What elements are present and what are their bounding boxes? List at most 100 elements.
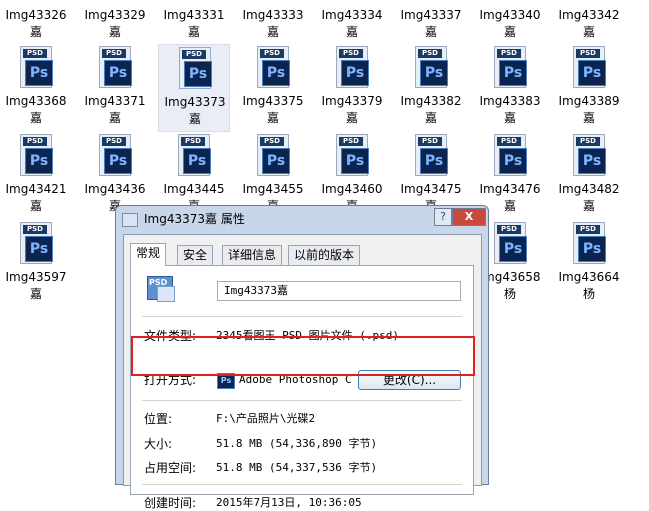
psd-file-icon: PSD Ps bbox=[20, 134, 54, 176]
file-item[interactable]: PSD Ps Img43421 嘉 bbox=[0, 132, 72, 220]
size-on-disk-value: 51.8 MB (54,337,536 字节) bbox=[216, 461, 378, 474]
psd-file-icon: PSD Ps bbox=[415, 134, 449, 176]
file-name-suffix: 嘉 bbox=[266, 25, 279, 39]
psd-file-icon: PSD Ps bbox=[336, 46, 370, 88]
help-button[interactable]: ? bbox=[434, 208, 452, 226]
filename-field[interactable]: Img43373嘉 bbox=[217, 281, 461, 301]
location-label: 位置: bbox=[144, 412, 173, 426]
close-button[interactable]: X bbox=[452, 208, 486, 226]
dialog-titlebar[interactable]: Img43373嘉 属性 ? X bbox=[116, 206, 488, 232]
tab-details[interactable]: 详细信息 bbox=[222, 245, 283, 265]
file-name-suffix: 嘉 bbox=[582, 199, 595, 213]
file-name: Img43326 bbox=[5, 8, 67, 22]
file-name: Img43373 bbox=[164, 95, 226, 109]
file-name-suffix: 嘉 bbox=[29, 199, 42, 213]
file-name-suffix: 嘉 bbox=[29, 111, 42, 125]
psd-file-icon: PSD Ps bbox=[573, 134, 607, 176]
psd-file-icon: PSD Ps bbox=[494, 134, 528, 176]
psd-file-icon: PSD Ps bbox=[494, 46, 528, 88]
size-label: 大小: bbox=[144, 437, 173, 451]
file-name-suffix: 嘉 bbox=[29, 287, 42, 301]
file-item[interactable]: PSD Ps Img43389 嘉 bbox=[553, 44, 625, 132]
tab-previous-versions[interactable]: 以前的版本 bbox=[288, 245, 361, 265]
psd-file-icon: PSD Ps bbox=[257, 134, 291, 176]
file-name-suffix: 嘉 bbox=[266, 111, 279, 125]
tab-general[interactable]: 常规 bbox=[130, 243, 167, 266]
file-name: Img43333 bbox=[242, 8, 304, 22]
file-name: Img43334 bbox=[321, 8, 383, 22]
file-name-suffix: 嘉 bbox=[503, 25, 516, 39]
properties-icon bbox=[122, 213, 138, 227]
file-name: Img43436 bbox=[84, 182, 146, 196]
divider bbox=[142, 316, 462, 317]
file-item[interactable]: PSD Ps Img43382 嘉 bbox=[395, 44, 467, 132]
file-name-suffix: 嘉 bbox=[345, 25, 358, 39]
psd-file-icon: PSD Ps bbox=[336, 134, 370, 176]
psd-file-icon: PSD Ps bbox=[257, 46, 291, 88]
psd-file-icon: PSD Ps bbox=[494, 222, 528, 264]
divider bbox=[142, 484, 462, 485]
file-name: Img43342 bbox=[558, 8, 620, 22]
file-name-suffix: 嘉 bbox=[582, 25, 595, 39]
psd-file-icon: PSD Ps bbox=[573, 222, 607, 264]
location-value: F:\产品照片\光碟2 bbox=[216, 412, 316, 425]
file-item[interactable]: PSD Ps Img43373 嘉 bbox=[158, 44, 230, 132]
file-name: Img43371 bbox=[84, 94, 146, 108]
file-name: Im bbox=[626, 7, 649, 24]
file-name: Img43597 bbox=[5, 270, 67, 284]
dialog-title: Img43373嘉 属性 bbox=[144, 212, 245, 226]
psd-file-icon: PSD Ps bbox=[99, 46, 133, 88]
file-name: Img43460 bbox=[321, 182, 383, 196]
file-name-suffix: 杨 bbox=[582, 287, 595, 301]
file-item[interactable]: PSDPsIm bbox=[632, 132, 649, 220]
file-name: Im bbox=[626, 181, 649, 198]
file-name-suffix: 嘉 bbox=[187, 25, 200, 39]
psd-file-icon: PSD Ps bbox=[20, 222, 54, 264]
file-name: Img43482 bbox=[558, 182, 620, 196]
file-item[interactable]: PSDPsIm bbox=[632, 44, 649, 132]
file-item[interactable]: PSD Ps Img43597 嘉 bbox=[0, 220, 72, 308]
file-item[interactable]: PSD Ps Img43371 嘉 bbox=[79, 44, 151, 132]
file-name: Img43421 bbox=[5, 182, 67, 196]
file-item[interactable]: PSD Ps Img43664 杨 bbox=[553, 220, 625, 308]
file-name-suffix: 嘉 bbox=[424, 111, 437, 125]
file-name: Img43379 bbox=[321, 94, 383, 108]
divider bbox=[142, 400, 462, 401]
file-name-suffix: 嘉 bbox=[345, 111, 358, 125]
file-item[interactable]: PSDPsIm bbox=[632, 220, 649, 308]
psd-file-icon: PSD Ps bbox=[573, 46, 607, 88]
file-item[interactable]: PSD Ps Img43482 嘉 bbox=[553, 132, 625, 220]
file-name: Img43445 bbox=[163, 182, 225, 196]
tab-security[interactable]: 安全 bbox=[177, 245, 214, 265]
size-on-disk-label: 占用空间: bbox=[144, 461, 197, 475]
file-name: Img43331 bbox=[163, 8, 225, 22]
created-value: 2015年7月13日, 10:36:05 bbox=[216, 496, 362, 509]
psd-file-icon: PSD Ps bbox=[178, 134, 212, 176]
file-name: Img43389 bbox=[558, 94, 620, 108]
file-name: Img43475 bbox=[400, 182, 462, 196]
psd-file-icon: PSD Ps bbox=[99, 134, 133, 176]
file-name-suffix: 嘉 bbox=[188, 112, 201, 126]
file-name: Img43382 bbox=[400, 94, 462, 108]
file-name-suffix: 嘉 bbox=[424, 25, 437, 39]
general-panel: PSD Img43373嘉 文件类型: 2345看图王 PSD 图片文件 (.p… bbox=[130, 265, 474, 510]
psd-file-icon: PSD bbox=[147, 276, 177, 302]
file-name: Img43329 bbox=[84, 8, 146, 22]
file-name-suffix: 嘉 bbox=[108, 25, 121, 39]
psd-file-icon: PSD Ps bbox=[20, 46, 54, 88]
created-label: 创建时间: bbox=[144, 496, 197, 510]
file-name: Img43375 bbox=[242, 94, 304, 108]
file-name: Img43383 bbox=[479, 94, 541, 108]
file-item[interactable]: PSD Ps Img43368 嘉 bbox=[0, 44, 72, 132]
file-name: Img43455 bbox=[242, 182, 304, 196]
file-name: Img43340 bbox=[479, 8, 541, 22]
file-item[interactable]: PSD Ps Img43375 嘉 bbox=[237, 44, 309, 132]
size-value: 51.8 MB (54,336,890 字节) bbox=[216, 437, 378, 450]
open-with-highlight bbox=[131, 336, 475, 376]
file-name: Im bbox=[626, 269, 649, 286]
file-item[interactable]: PSD Ps Img43379 嘉 bbox=[316, 44, 388, 132]
file-name: Img43368 bbox=[5, 94, 67, 108]
psd-file-icon: PSD Ps bbox=[415, 46, 449, 88]
file-item[interactable]: PSD Ps Img43383 嘉 bbox=[474, 44, 546, 132]
file-name: Img43664 bbox=[558, 270, 620, 284]
